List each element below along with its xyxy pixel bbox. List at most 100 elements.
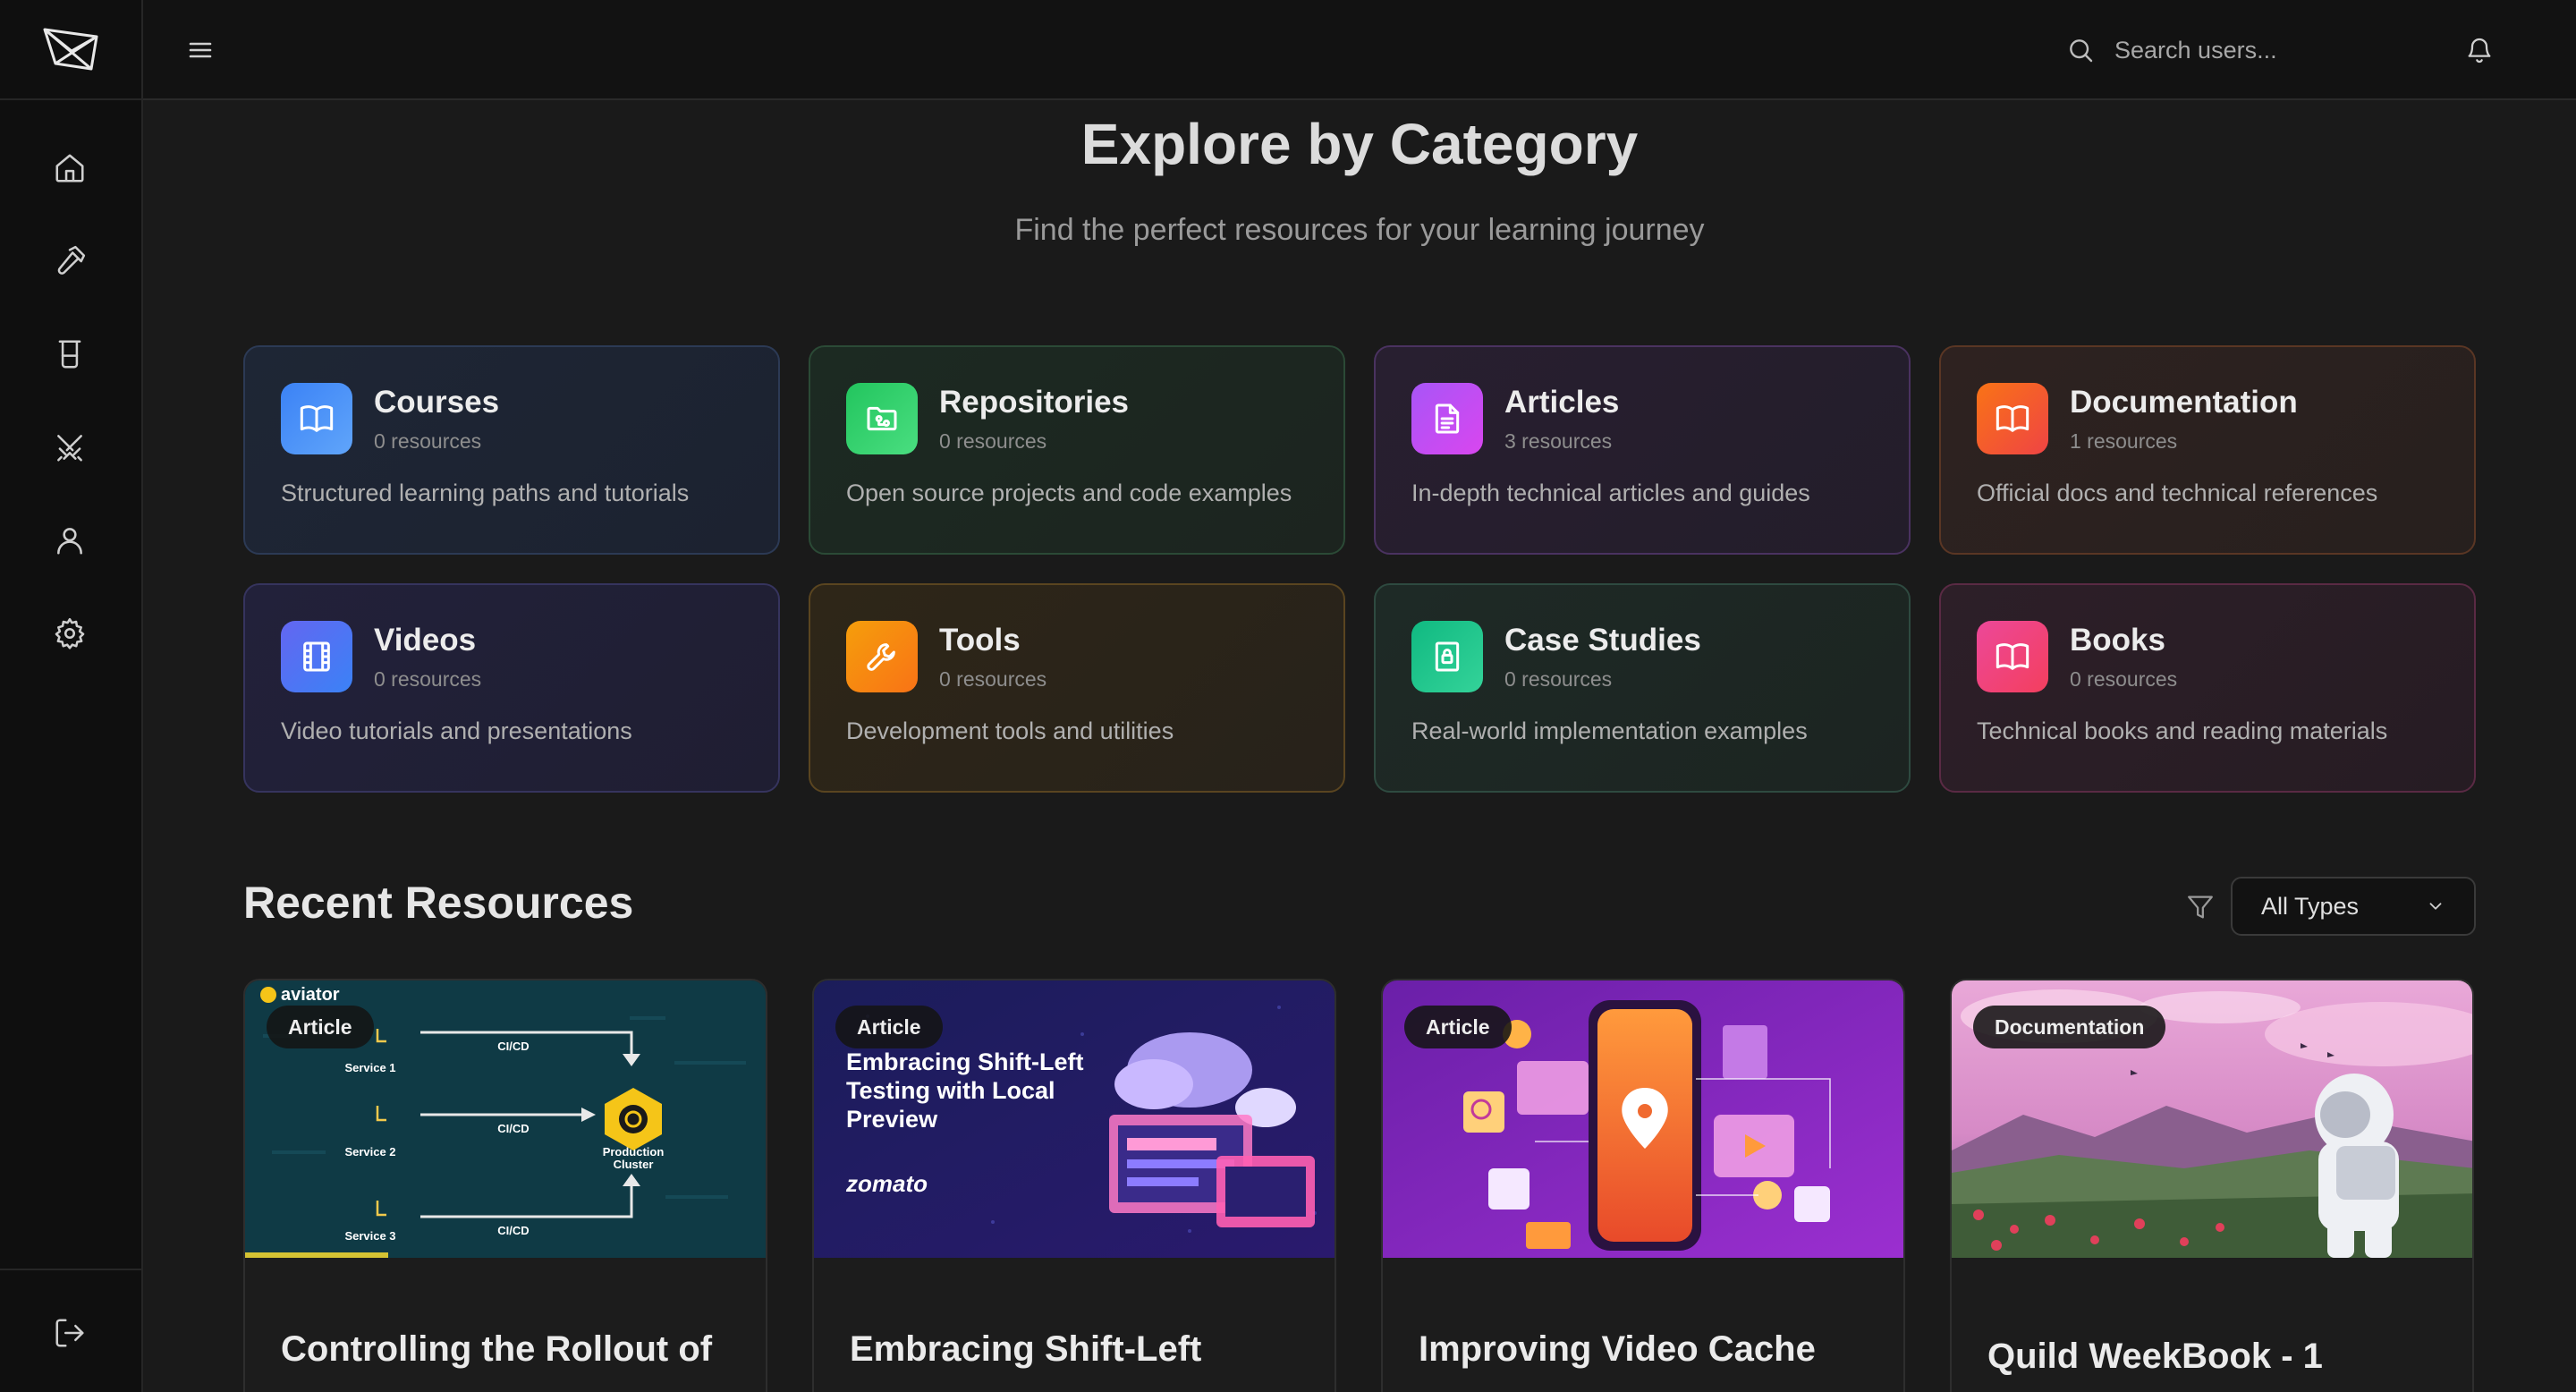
hamburger-icon bbox=[189, 42, 212, 58]
category-name: Courses bbox=[374, 385, 500, 420]
sidebar-item-lab[interactable] bbox=[41, 326, 98, 383]
menu-toggle-button[interactable] bbox=[181, 30, 220, 70]
app-logo[interactable] bbox=[0, 0, 143, 100]
search-bar bbox=[2066, 25, 2361, 75]
category-name: Articles bbox=[1504, 385, 1620, 420]
recent-resources-title: Recent Resources bbox=[243, 878, 634, 928]
category-icon-box bbox=[1977, 383, 2048, 454]
category-description: In-depth technical articles and guides bbox=[1411, 480, 1810, 506]
category-count: 0 resources bbox=[939, 667, 1047, 691]
thumb-service-label: Service 3 bbox=[344, 1229, 395, 1243]
category-card-tools[interactable]: Tools 0 resources Development tools and … bbox=[809, 583, 1345, 793]
category-count: 0 resources bbox=[1504, 667, 1613, 691]
book-open-icon bbox=[300, 405, 334, 432]
crossed-swords-icon bbox=[57, 435, 82, 462]
category-card-books[interactable]: Books 0 resources Technical books and re… bbox=[1939, 583, 2476, 793]
resource-card[interactable]: Article Improving Video Cache bbox=[1381, 979, 1905, 1392]
filter-icon bbox=[2182, 889, 2218, 925]
user-icon bbox=[57, 528, 82, 555]
sidebar-item-settings[interactable] bbox=[41, 605, 98, 662]
book-open-icon bbox=[1996, 643, 2029, 670]
category-card-repositories[interactable]: Repositories 0 resources Open source pro… bbox=[809, 345, 1345, 555]
chevron-down-icon bbox=[2429, 903, 2442, 910]
category-icon-box bbox=[281, 621, 352, 692]
wrench-icon bbox=[867, 643, 895, 671]
sidebar-item-home[interactable] bbox=[41, 140, 98, 197]
sidebar bbox=[0, 0, 143, 1392]
resource-title[interactable]: Quild WeekBook - 1 bbox=[1987, 1333, 2453, 1379]
thumb-headline: Embracing Shift-Left bbox=[846, 1048, 1084, 1075]
sidebar-footer bbox=[0, 1269, 143, 1392]
sidebar-item-challenges[interactable] bbox=[41, 419, 98, 476]
hammer-icon bbox=[57, 245, 86, 275]
thumb-headline: Testing with Local bbox=[846, 1077, 1055, 1104]
type-filter-select[interactable]: All Types bbox=[2231, 877, 2476, 936]
bell-icon bbox=[2468, 38, 2491, 64]
category-description: Technical books and reading materials bbox=[1977, 717, 2388, 744]
resource-type-badge: Article bbox=[1404, 1006, 1512, 1048]
thumb-target-label: Cluster bbox=[614, 1158, 654, 1171]
category-card-courses[interactable]: Courses 0 resources Structured learning … bbox=[243, 345, 780, 555]
thumb-brand: aviator bbox=[281, 985, 340, 1005]
category-count: 0 resources bbox=[2070, 667, 2178, 691]
beaker-icon bbox=[58, 340, 81, 369]
category-count: 3 resources bbox=[1504, 429, 1613, 453]
notifications-button[interactable] bbox=[2460, 30, 2499, 70]
category-name: Books bbox=[2070, 623, 2165, 658]
category-icon-box bbox=[281, 383, 352, 454]
resource-card[interactable]: Embracing Shift-Left Testing with Local … bbox=[812, 979, 1336, 1392]
logout-button[interactable] bbox=[41, 1304, 98, 1362]
category-description: Video tutorials and presentations bbox=[281, 717, 632, 744]
category-card-articles[interactable]: Articles 3 resources In-depth technical … bbox=[1374, 345, 1911, 555]
book-open-icon bbox=[1996, 405, 2029, 432]
thumb-service-label: Service 1 bbox=[344, 1061, 395, 1074]
category-name: Videos bbox=[374, 623, 477, 658]
sidebar-item-profile[interactable] bbox=[41, 512, 98, 569]
home-icon bbox=[55, 154, 84, 182]
page-title: Explore by Category bbox=[1080, 112, 1639, 176]
category-icon-box bbox=[1411, 621, 1483, 692]
category-icon-box bbox=[1411, 383, 1483, 454]
resource-type-badge: Article bbox=[267, 1006, 374, 1048]
category-description: Official docs and technical references bbox=[1977, 480, 2378, 506]
category-description: Open source projects and code examples bbox=[846, 480, 1292, 506]
thumb-pipeline-label: CI/CD bbox=[497, 1122, 529, 1135]
sidebar-item-tools[interactable] bbox=[41, 233, 98, 290]
search-icon bbox=[2070, 39, 2093, 63]
document-icon bbox=[1435, 403, 1460, 434]
category-description: Structured learning paths and tutorials bbox=[281, 480, 690, 506]
file-lock-icon bbox=[1435, 641, 1460, 672]
film-icon bbox=[303, 641, 330, 672]
resource-title[interactable]: Improving Video Cache bbox=[1419, 1326, 1884, 1372]
category-card-documentation[interactable]: Documentation 1 resources Official docs … bbox=[1939, 345, 2476, 555]
logout-icon bbox=[55, 1319, 84, 1347]
category-count: 0 resources bbox=[939, 429, 1047, 453]
category-count: 0 resources bbox=[374, 429, 482, 453]
category-description: Real-world implementation examples bbox=[1411, 717, 1808, 744]
thumb-brand: zomato bbox=[845, 1170, 928, 1197]
thumb-pipeline-label: CI/CD bbox=[497, 1224, 529, 1237]
thumb-headline: Preview bbox=[846, 1106, 938, 1133]
category-icon-box bbox=[1977, 621, 2048, 692]
thumb-service-label: Service 2 bbox=[344, 1145, 395, 1159]
category-name: Repositories bbox=[939, 385, 1129, 420]
resource-type-badge: Article bbox=[835, 1006, 943, 1048]
category-card-videos[interactable]: Videos 0 resources Video tutorials and p… bbox=[243, 583, 780, 793]
resource-card[interactable]: Documentation Quild WeekBook - 1 bbox=[1950, 979, 2474, 1392]
category-name: Tools bbox=[939, 623, 1021, 658]
gear-icon bbox=[55, 617, 85, 649]
category-icon-box bbox=[846, 383, 918, 454]
thumb-pipeline-label: CI/CD bbox=[497, 1040, 529, 1053]
type-filter-value: All Types bbox=[2261, 892, 2360, 920]
category-description: Development tools and utilities bbox=[846, 717, 1174, 744]
page-subtitle: Find the perfect resources for your lear… bbox=[1014, 213, 1705, 247]
resource-title[interactable]: Embracing Shift-Left bbox=[850, 1326, 1315, 1372]
search-input[interactable] bbox=[2114, 36, 2347, 64]
resource-card[interactable]: aviator CI/CD CI/CD CI/CD Service 1 Serv… bbox=[243, 979, 767, 1392]
category-name: Documentation bbox=[2070, 385, 2298, 420]
category-card-case-studies[interactable]: Case Studies 0 resources Real-world impl… bbox=[1374, 583, 1911, 793]
category-count: 1 resources bbox=[2070, 429, 2178, 453]
resource-title[interactable]: Controlling the Rollout of bbox=[281, 1326, 746, 1372]
category-name: Case Studies bbox=[1504, 623, 1701, 658]
category-count: 0 resources bbox=[374, 667, 482, 691]
